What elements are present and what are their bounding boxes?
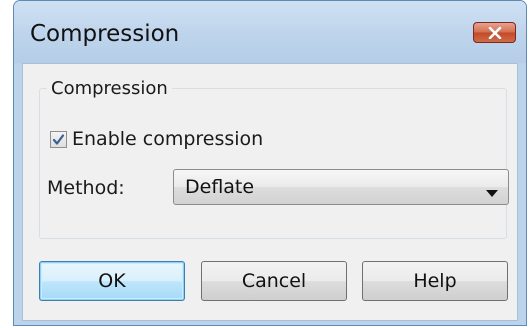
- group-legend: Compression: [51, 78, 168, 99]
- method-label: Method:: [47, 177, 125, 199]
- close-button[interactable]: [473, 22, 516, 43]
- title-bar[interactable]: Compression: [14, 1, 526, 63]
- help-button[interactable]: Help: [362, 261, 508, 301]
- enable-compression-row[interactable]: Enable compression: [50, 128, 263, 150]
- ok-button[interactable]: OK: [39, 261, 185, 301]
- enable-compression-label[interactable]: Enable compression: [72, 128, 263, 150]
- checkmark-icon: [52, 133, 65, 145]
- dialog-title: Compression: [30, 21, 180, 47]
- enable-compression-checkbox[interactable]: [50, 130, 67, 148]
- compression-dialog: Compression Compression Enable compressi…: [13, 0, 527, 326]
- chevron-down-icon: [486, 183, 498, 202]
- close-icon: [488, 26, 502, 39]
- cancel-button[interactable]: Cancel: [201, 261, 347, 301]
- compression-group: Compression: [39, 78, 507, 239]
- dialog-body: Compression Enable compression Method: D…: [22, 63, 518, 321]
- method-selected-value: Deflate: [185, 176, 255, 198]
- method-select[interactable]: Deflate: [173, 169, 509, 205]
